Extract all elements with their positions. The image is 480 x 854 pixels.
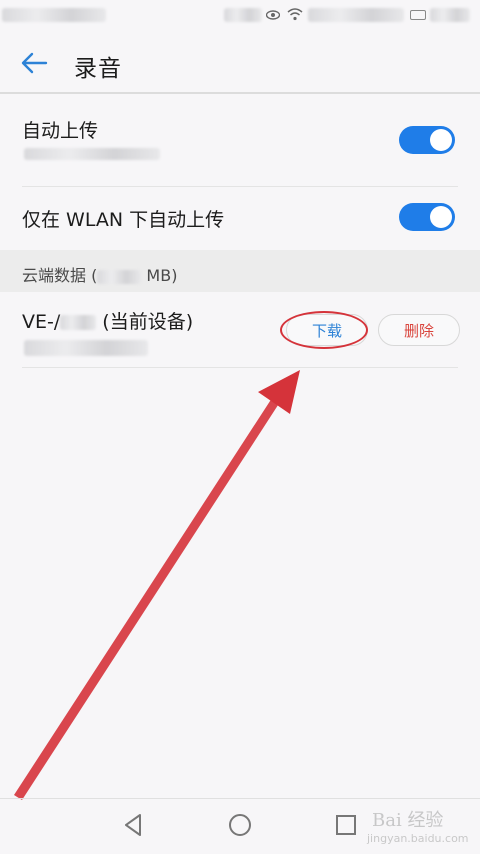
cloud-data-title: 云端数据 ( MB) (22, 262, 177, 286)
device-name: VE-/ (当前设备) (22, 307, 193, 334)
setting-row-auto-upload: 自动上传 (0, 94, 480, 186)
auto-upload-label: 自动上传 (22, 120, 99, 142)
circle-home-icon[interactable] (222, 808, 258, 842)
status-battery-blurred (430, 8, 470, 22)
cloud-data-suffix: MB) (141, 266, 178, 285)
download-button[interactable]: 下载 (286, 314, 368, 346)
status-bar (0, 0, 480, 34)
nav-divider (0, 798, 480, 799)
status-icons-blurred (224, 8, 262, 22)
delete-button[interactable]: 删除 (378, 314, 460, 346)
device-name-prefix: VE-/ (22, 311, 61, 333)
status-signal-blurred (308, 8, 404, 22)
wlan-upload-label: 仅在 WLAN 下自动上传 (22, 209, 225, 231)
row-divider (22, 367, 458, 368)
back-arrow-icon[interactable] (18, 48, 50, 78)
watermark-logo: Bai 经验 (372, 810, 444, 831)
device-name-blurred (60, 315, 97, 330)
wlan-upload-toggle[interactable] (399, 203, 455, 231)
app-bar: 录音 (0, 34, 480, 92)
triangle-back-icon[interactable] (116, 808, 152, 842)
cloud-size-blurred (97, 269, 142, 284)
status-time-blurred (2, 8, 106, 22)
auto-upload-toggle[interactable] (399, 126, 455, 154)
cloud-data-prefix: 云端数据 ( (22, 266, 98, 285)
device-name-suffix: (当前设备) (96, 311, 194, 333)
wifi-icon (287, 8, 303, 21)
setting-row-wlan-upload: 仅在 WLAN 下自动上传 (0, 187, 480, 250)
toggle-knob (430, 129, 452, 151)
toggle-knob (430, 206, 452, 228)
auto-upload-summary-blurred (24, 148, 160, 160)
square-recent-icon[interactable] (328, 808, 364, 842)
eye-icon (266, 10, 280, 20)
page-title: 录音 (74, 56, 122, 82)
device-info-blurred (24, 340, 148, 356)
battery-icon (410, 10, 426, 20)
watermark-url: jingyan.baidu.com (367, 832, 469, 845)
cloud-data-section-header: 云端数据 ( MB) (0, 250, 480, 292)
